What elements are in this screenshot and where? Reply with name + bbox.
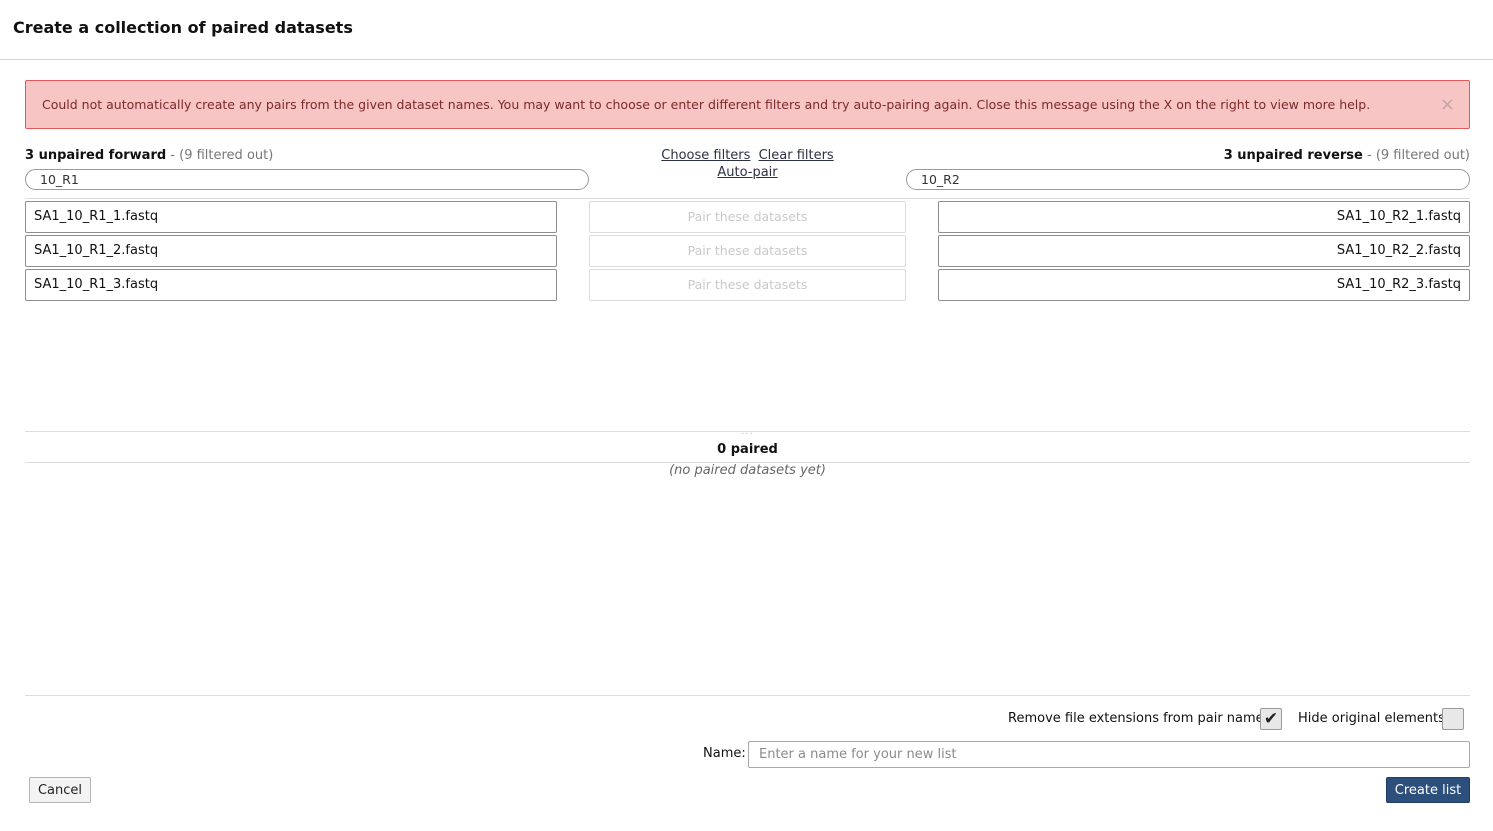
modal-title: Create a collection of paired datasets	[13, 18, 353, 37]
reverse-dataset-item[interactable]: SA1_10_R2_2.fastq	[938, 235, 1470, 267]
clear-filters-link[interactable]: Clear filters	[759, 148, 834, 163]
pair-datasets-button[interactable]: Pair these datasets	[589, 201, 906, 233]
pair-datasets-button[interactable]: Pair these datasets	[589, 235, 906, 267]
reverse-filtered-count: - (9 filtered out)	[1362, 148, 1470, 163]
cancel-button[interactable]: Cancel	[29, 777, 91, 803]
auto-pair-link[interactable]: Auto-pair	[717, 165, 777, 180]
no-paired-message: (no paired datasets yet)	[669, 463, 826, 478]
name-label: Name:	[703, 746, 746, 761]
forward-column-header: 3 unpaired forward - (9 filtered out)	[25, 148, 273, 163]
reverse-filter-input[interactable]	[906, 169, 1470, 190]
forward-filtered-count: - (9 filtered out)	[166, 148, 274, 163]
create-list-button[interactable]: Create list	[1386, 777, 1470, 803]
alert-message: Could not automatically create any pairs…	[42, 97, 1371, 112]
error-alert: Could not automatically create any pairs…	[25, 80, 1470, 129]
choose-filters-link[interactable]: Choose filters	[661, 148, 750, 163]
remove-extensions-label: Remove file extensions from pair names?	[1008, 711, 1278, 726]
paired-count: 0 paired	[717, 442, 778, 457]
hide-original-checkbox[interactable]	[1442, 708, 1464, 730]
forward-dataset-item[interactable]: SA1_10_R1_3.fastq	[25, 269, 557, 301]
forward-count: 3 unpaired forward	[25, 148, 167, 163]
remove-extensions-checkbox[interactable]: ✔	[1260, 708, 1282, 730]
reverse-count: 3 unpaired reverse	[1223, 148, 1363, 163]
hide-original-label: Hide original elements?	[1298, 711, 1452, 726]
forward-dataset-item[interactable]: SA1_10_R1_2.fastq	[25, 235, 557, 267]
reverse-dataset-item[interactable]: SA1_10_R2_1.fastq	[938, 201, 1470, 233]
pair-datasets-button[interactable]: Pair these datasets	[589, 269, 906, 301]
close-icon[interactable]: ×	[1440, 81, 1455, 128]
reverse-dataset-item[interactable]: SA1_10_R2_3.fastq	[938, 269, 1470, 301]
collection-name-input[interactable]	[748, 741, 1470, 768]
forward-filter-input[interactable]	[25, 169, 589, 190]
checkmark-icon: ✔	[1263, 709, 1279, 729]
drag-handle[interactable]: ...	[25, 426, 1470, 437]
footer-divider	[25, 695, 1470, 696]
forward-dataset-item[interactable]: SA1_10_R1_1.fastq	[25, 201, 557, 233]
filter-actions: Choose filters Clear filters Auto-pair	[589, 147, 906, 181]
reverse-column-header: 3 unpaired reverse - (9 filtered out)	[1224, 148, 1470, 163]
modal-header: Create a collection of paired datasets	[0, 0, 1493, 60]
divider	[25, 198, 1470, 199]
